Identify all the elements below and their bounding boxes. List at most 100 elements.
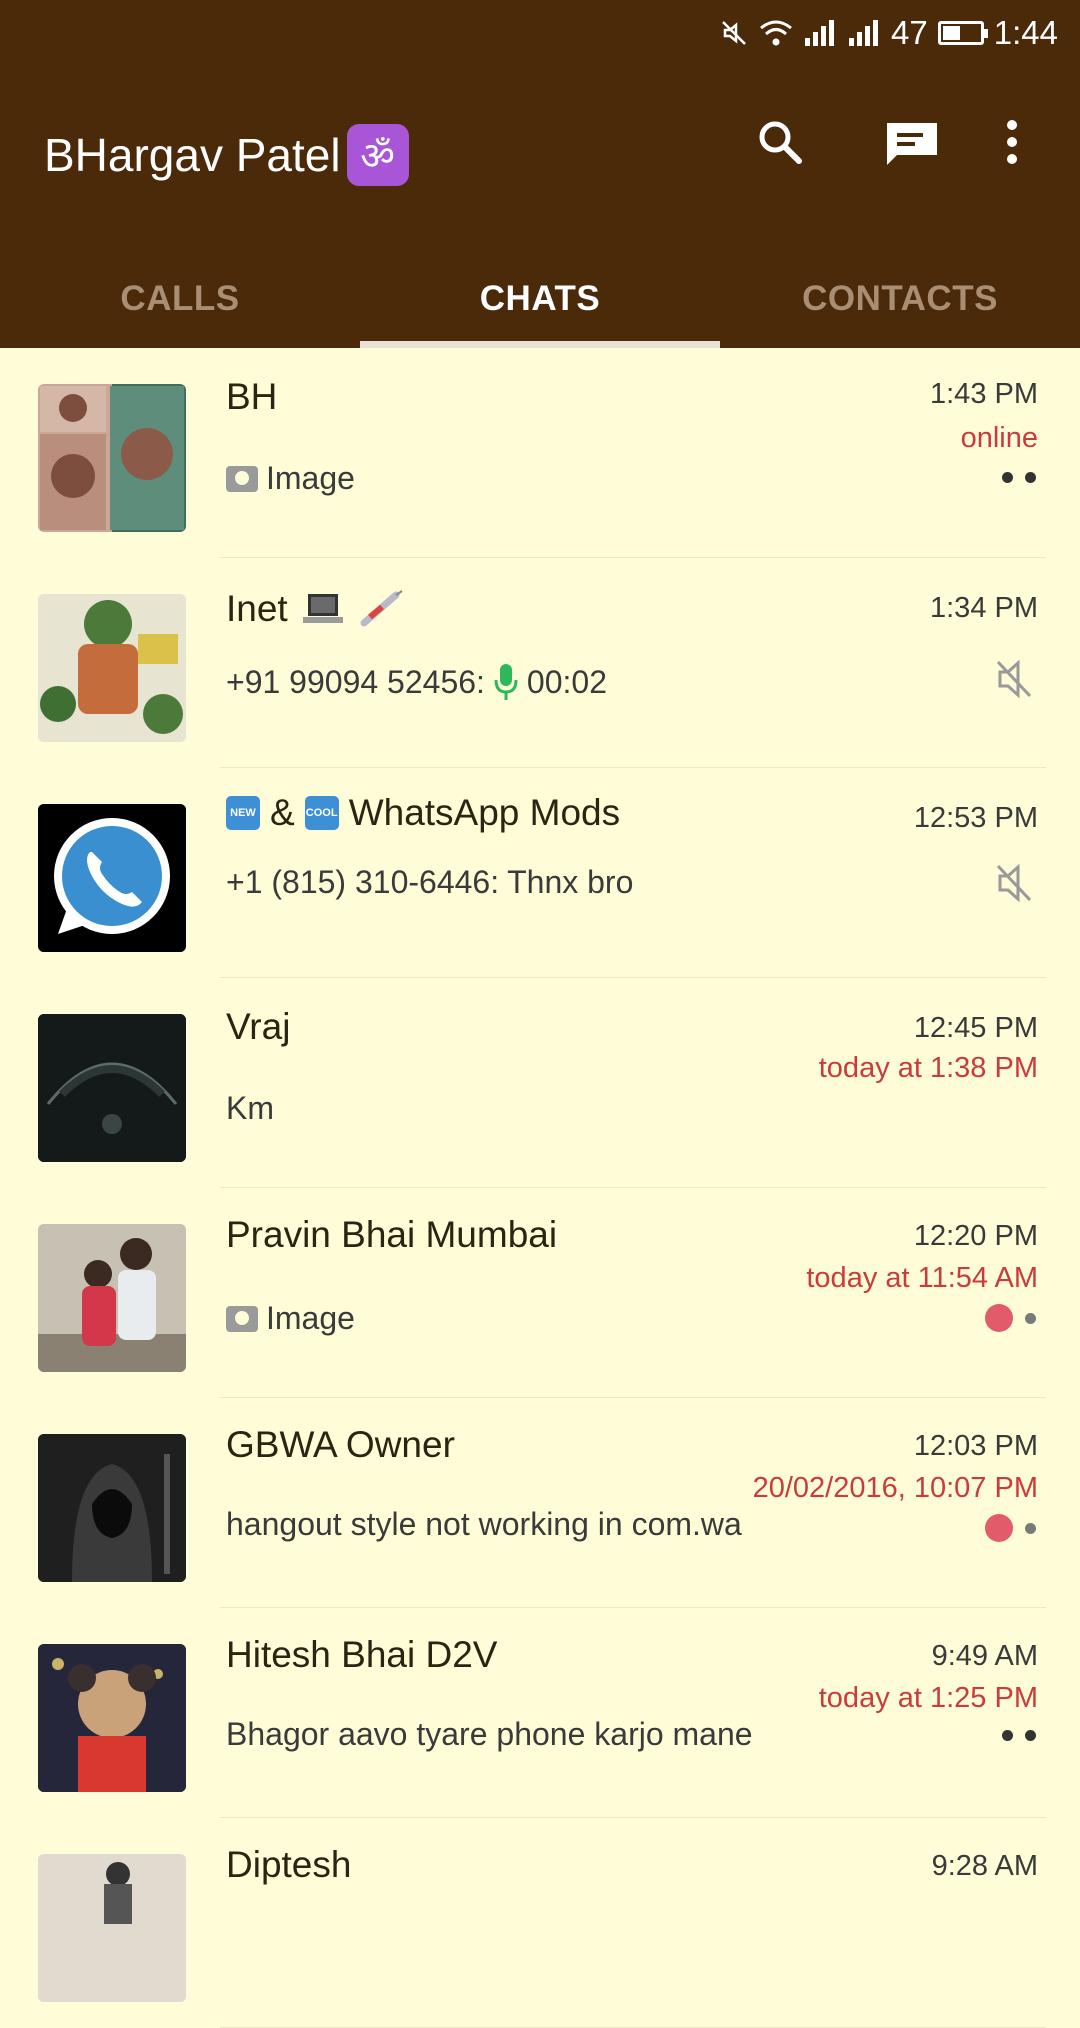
chat-row-diptesh[interactable]: Diptesh 9:28 AM (0, 1818, 1080, 2028)
chat-name: WhatsApp Mods (348, 792, 621, 833)
battery-icon (937, 21, 988, 45)
signal-icon (803, 18, 837, 48)
chat-name: Hitesh Bhai D2V (226, 1634, 498, 1675)
camera-icon (226, 465, 258, 492)
chat-time: 9:28 AM (931, 1850, 1038, 1882)
chat-name: Pravin Bhai Mumbai (226, 1214, 558, 1255)
chat-time: 12:53 PM (913, 802, 1038, 834)
chat-preview: Image (226, 460, 355, 497)
preview-text: Km (226, 1090, 274, 1126)
mute-icon (719, 18, 749, 48)
avatar (38, 1644, 186, 1792)
unread-dot-icon (985, 1304, 1013, 1332)
syringe-icon (360, 590, 403, 627)
more-vert-icon (1007, 120, 1017, 164)
read-indicator (1002, 472, 1036, 483)
avatar (38, 384, 186, 532)
app-title: BHargav Patel ॐ (44, 120, 409, 190)
preview-text: hangout style not working in com.wa (226, 1506, 742, 1542)
chat-name-wrap: Inet (226, 588, 404, 630)
preview-text: Bhagor aavo tyare phone karjo mane (226, 1716, 753, 1752)
chat-name: Inet (226, 588, 288, 629)
app-title-text: BHargav Patel (44, 129, 341, 181)
unread-indicator (985, 1304, 1036, 1332)
dot-icon (1025, 472, 1036, 483)
chat-preview: hangout style not working in com.wa (226, 1506, 742, 1543)
chat-last-seen: today at 1:25 PM (818, 1682, 1038, 1714)
laptop-icon (302, 594, 343, 623)
chat-name: Vraj (226, 1006, 291, 1047)
status-bar: 47 1:44 (0, 0, 1080, 66)
avatar (38, 1434, 186, 1582)
camera-icon (226, 1305, 258, 1332)
chat-time: 12:45 PM (913, 1012, 1038, 1044)
om-emoji: ॐ (346, 124, 409, 186)
preview-text: Image (266, 460, 355, 496)
chat-row-hitesh-bhai-d2v[interactable]: Hitesh Bhai D2V Bhagor aavo tyare phone … (0, 1608, 1080, 1818)
chat-preview: Bhagor aavo tyare phone karjo mane (226, 1716, 753, 1753)
muted-indicator (992, 656, 1036, 702)
preview-sender: +1 (815) 310-6446: (226, 864, 500, 900)
more-options-button[interactable] (980, 110, 1044, 174)
search-icon (759, 121, 802, 164)
chat-time: 9:49 AM (931, 1640, 1038, 1672)
new-chat-button[interactable] (880, 110, 944, 174)
avatar (38, 804, 186, 952)
tab-chats[interactable]: CHATS (360, 250, 720, 348)
chat-name-wrap: NEW & COOL WhatsApp Mods (226, 792, 620, 834)
unread-indicator (985, 1514, 1036, 1542)
dot-icon (1025, 1730, 1036, 1741)
read-indicator (1002, 1730, 1036, 1741)
chat-time: 1:34 PM (930, 592, 1038, 624)
chat-time: 12:20 PM (913, 1220, 1038, 1252)
chat-row-gbwa-owner[interactable]: GBWA Owner hangout style not working in … (0, 1398, 1080, 1608)
chat-last-seen: online (960, 422, 1038, 454)
cool-emoji-icon: COOL (304, 796, 339, 830)
search-button[interactable] (748, 110, 812, 174)
avatar (38, 1014, 186, 1162)
status-time: 1:44 (993, 14, 1058, 51)
avatar (38, 1224, 186, 1372)
preview-sender: +91 99094 52456: (226, 663, 485, 700)
chat-name: BH (226, 376, 278, 417)
preview-text: Thnx bro (507, 864, 634, 900)
chat-name: Diptesh (226, 1844, 352, 1885)
preview-text: Image (266, 1300, 355, 1336)
muted-icon (996, 863, 1032, 903)
chat-time: 1:43 PM (930, 378, 1038, 410)
preview-text: 00:02 (526, 663, 607, 700)
chat-last-seen: 20/02/2016, 10:07 PM (752, 1472, 1038, 1504)
chat-row-pravin-bhai-mumbai[interactable]: Pravin Bhai Mumbai Image 12:20 PM today … (0, 1188, 1080, 1398)
chat-name: GBWA Owner (226, 1424, 455, 1465)
avatar (38, 1854, 186, 2002)
dot-icon (1002, 472, 1013, 483)
chat-list: BH Image 1:43 PM online Inet +91 99094 5… (0, 348, 1080, 2028)
chat-name-joiner: & (270, 792, 295, 833)
new-chat-icon (887, 123, 937, 165)
signal-icon-2 (847, 18, 881, 48)
chat-row-inet[interactable]: Inet +91 99094 52456: 00:02 1:34 PM (0, 558, 1080, 768)
mic-icon (494, 664, 518, 700)
chat-preview: +91 99094 52456: 00:02 (226, 662, 607, 702)
chat-row-whatsapp-mods[interactable]: NEW & COOL WhatsApp Mods +1 (815) 310-64… (0, 768, 1080, 978)
chat-preview: Km (226, 1090, 274, 1127)
battery-level: 47 (891, 14, 928, 51)
chat-last-seen: today at 1:38 PM (818, 1052, 1038, 1084)
chat-row-vraj[interactable]: Vraj Km 12:45 PM today at 1:38 PM (0, 978, 1080, 1188)
tab-contacts[interactable]: CONTACTS (720, 250, 1080, 348)
wifi-icon (759, 18, 793, 48)
app-header: 47 1:44 BHargav Patel ॐ CALLS CHATS CONT… (0, 0, 1080, 348)
dot-icon (1025, 1522, 1036, 1534)
tab-calls[interactable]: CALLS (0, 250, 360, 348)
chat-time: 12:03 PM (913, 1430, 1038, 1462)
dot-icon (1025, 1312, 1036, 1324)
dot-icon (1002, 1730, 1013, 1741)
unread-dot-icon (985, 1514, 1013, 1542)
chat-last-seen: today at 11:54 AM (806, 1262, 1038, 1294)
muted-icon (996, 659, 1032, 699)
avatar (38, 594, 186, 742)
muted-indicator (992, 860, 1036, 906)
chat-preview: Image (226, 1300, 355, 1337)
tab-bar: CALLS CHATS CONTACTS (0, 250, 1080, 348)
chat-row-bh[interactable]: BH Image 1:43 PM online (0, 348, 1080, 558)
